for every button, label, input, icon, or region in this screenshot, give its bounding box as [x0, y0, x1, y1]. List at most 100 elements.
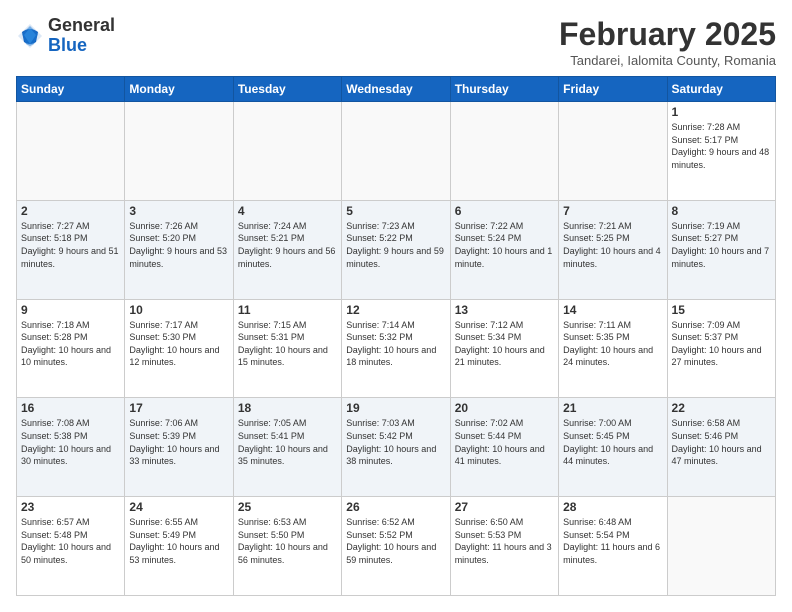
- day-info: Sunrise: 7:27 AM Sunset: 5:18 PM Dayligh…: [21, 220, 120, 270]
- title-block: February 2025 Tandarei, Ialomita County,…: [559, 16, 776, 68]
- day-number: 20: [455, 401, 554, 415]
- table-row: 17 Sunrise: 7:06 AM Sunset: 5:39 PM Dayli…: [125, 398, 233, 497]
- calendar-table: Sunday Monday Tuesday Wednesday Thursday…: [16, 76, 776, 596]
- day-info: Sunrise: 6:50 AM Sunset: 5:53 PM Dayligh…: [455, 516, 554, 566]
- day-number: 11: [238, 303, 337, 317]
- calendar-week-row: 9Sunrise: 7:18 AM Sunset: 5:28 PM Daylig…: [17, 299, 776, 398]
- table-row: 16 Sunrise: 7:08 AM Sunset: 5:38 PM Dayli…: [17, 398, 125, 497]
- table-row: [17, 102, 125, 201]
- day-number: 2: [21, 204, 120, 218]
- table-row: [233, 102, 341, 201]
- table-row: 11 Sunrise: 7:15 AM Sunset: 5:31 PM Dayli…: [233, 299, 341, 398]
- day-number: 4: [238, 204, 337, 218]
- table-row: [125, 102, 233, 201]
- day-info: Sunrise: 7:23 AM Sunset: 5:22 PM Dayligh…: [346, 220, 445, 270]
- col-wednesday: Wednesday: [342, 77, 450, 102]
- day-number: 19: [346, 401, 445, 415]
- day-info: Sunrise: 7:18 AM Sunset: 5:28 PM Dayligh…: [21, 319, 120, 369]
- col-thursday: Thursday: [450, 77, 558, 102]
- day-info: Sunrise: 7:00 AM Sunset: 5:45 PM Dayligh…: [563, 417, 662, 467]
- day-number: 17: [129, 401, 228, 415]
- table-row: 18 Sunrise: 7:05 AM Sunset: 5:41 PM Dayli…: [233, 398, 341, 497]
- col-sunday: Sunday: [17, 77, 125, 102]
- table-row: 7 Sunrise: 7:21 AM Sunset: 5:25 PM Daylig…: [559, 200, 667, 299]
- table-row: 10 Sunrise: 7:17 AM Sunset: 5:30 PM Dayli…: [125, 299, 233, 398]
- table-row: 4 Sunrise: 7:24 AM Sunset: 5:21 PM Daylig…: [233, 200, 341, 299]
- day-number: 16: [21, 401, 120, 415]
- day-info: Sunrise: 6:53 AM Sunset: 5:50 PM Dayligh…: [238, 516, 337, 566]
- day-info: Sunrise: 7:24 AM Sunset: 5:21 PM Dayligh…: [238, 220, 337, 270]
- calendar-header-row: Sunday Monday Tuesday Wednesday Thursday…: [17, 77, 776, 102]
- calendar-week-row: 1 Sunrise: 7:28 AM Sunset: 5:17 PM Daylig…: [17, 102, 776, 201]
- location: Tandarei, Ialomita County, Romania: [559, 53, 776, 68]
- day-info: Sunrise: 7:03 AM Sunset: 5:42 PM Dayligh…: [346, 417, 445, 467]
- col-friday: Friday: [559, 77, 667, 102]
- logo-icon: [16, 22, 44, 50]
- logo-text: General Blue: [48, 16, 115, 56]
- day-info: Sunrise: 7:26 AM Sunset: 5:20 PM Dayligh…: [129, 220, 228, 270]
- table-row: 8 Sunrise: 7:19 AM Sunset: 5:27 PM Daylig…: [667, 200, 775, 299]
- day-number: 7: [563, 204, 662, 218]
- day-number: 12: [346, 303, 445, 317]
- day-number: 10: [129, 303, 228, 317]
- day-info: Sunrise: 7:11 AM Sunset: 5:35 PM Dayligh…: [563, 319, 662, 369]
- day-number: 18: [238, 401, 337, 415]
- table-row: 19 Sunrise: 7:03 AM Sunset: 5:42 PM Dayli…: [342, 398, 450, 497]
- table-row: [667, 497, 775, 596]
- table-row: 20Sunrise: 7:02 AM Sunset: 5:44 PM Dayli…: [450, 398, 558, 497]
- col-saturday: Saturday: [667, 77, 775, 102]
- table-row: 12 Sunrise: 7:14 AM Sunset: 5:32 PM Dayli…: [342, 299, 450, 398]
- day-info: Sunrise: 7:08 AM Sunset: 5:38 PM Dayligh…: [21, 417, 120, 467]
- calendar-week-row: 2 Sunrise: 7:27 AM Sunset: 5:18 PM Daylig…: [17, 200, 776, 299]
- day-number: 14: [563, 303, 662, 317]
- table-row: 6 Sunrise: 7:22 AM Sunset: 5:24 PM Daylig…: [450, 200, 558, 299]
- day-info: Sunrise: 7:19 AM Sunset: 5:27 PM Dayligh…: [672, 220, 771, 270]
- logo-general-text: General: [48, 16, 115, 36]
- day-info: Sunrise: 6:52 AM Sunset: 5:52 PM Dayligh…: [346, 516, 445, 566]
- col-monday: Monday: [125, 77, 233, 102]
- day-info: Sunrise: 6:57 AM Sunset: 5:48 PM Dayligh…: [21, 516, 120, 566]
- table-row: [450, 102, 558, 201]
- table-row: [559, 102, 667, 201]
- day-info: Sunrise: 7:14 AM Sunset: 5:32 PM Dayligh…: [346, 319, 445, 369]
- day-info: Sunrise: 7:15 AM Sunset: 5:31 PM Dayligh…: [238, 319, 337, 369]
- day-number: 13: [455, 303, 554, 317]
- day-number: 28: [563, 500, 662, 514]
- day-number: 15: [672, 303, 771, 317]
- calendar-week-row: 16 Sunrise: 7:08 AM Sunset: 5:38 PM Dayli…: [17, 398, 776, 497]
- day-number: 1: [672, 105, 771, 119]
- day-info: Sunrise: 7:21 AM Sunset: 5:25 PM Dayligh…: [563, 220, 662, 270]
- day-info: Sunrise: 7:05 AM Sunset: 5:41 PM Dayligh…: [238, 417, 337, 467]
- table-row: 13 Sunrise: 7:12 AM Sunset: 5:34 PM Dayli…: [450, 299, 558, 398]
- table-row: 5Sunrise: 7:23 AM Sunset: 5:22 PM Daylig…: [342, 200, 450, 299]
- table-row: 15Sunrise: 7:09 AM Sunset: 5:37 PM Dayli…: [667, 299, 775, 398]
- table-row: 1 Sunrise: 7:28 AM Sunset: 5:17 PM Daylig…: [667, 102, 775, 201]
- day-number: 6: [455, 204, 554, 218]
- day-info: Sunrise: 6:58 AM Sunset: 5:46 PM Dayligh…: [672, 417, 771, 467]
- table-row: 9Sunrise: 7:18 AM Sunset: 5:28 PM Daylig…: [17, 299, 125, 398]
- day-info: Sunrise: 7:17 AM Sunset: 5:30 PM Dayligh…: [129, 319, 228, 369]
- month-title: February 2025: [559, 16, 776, 53]
- day-number: 24: [129, 500, 228, 514]
- table-row: 21 Sunrise: 7:00 AM Sunset: 5:45 PM Dayli…: [559, 398, 667, 497]
- day-info: Sunrise: 7:12 AM Sunset: 5:34 PM Dayligh…: [455, 319, 554, 369]
- day-number: 25: [238, 500, 337, 514]
- table-row: 24Sunrise: 6:55 AM Sunset: 5:49 PM Dayli…: [125, 497, 233, 596]
- day-number: 26: [346, 500, 445, 514]
- table-row: 28Sunrise: 6:48 AM Sunset: 5:54 PM Dayli…: [559, 497, 667, 596]
- col-tuesday: Tuesday: [233, 77, 341, 102]
- day-info: Sunrise: 7:28 AM Sunset: 5:17 PM Dayligh…: [672, 121, 771, 171]
- day-info: Sunrise: 7:06 AM Sunset: 5:39 PM Dayligh…: [129, 417, 228, 467]
- day-number: 21: [563, 401, 662, 415]
- day-number: 8: [672, 204, 771, 218]
- day-info: Sunrise: 7:22 AM Sunset: 5:24 PM Dayligh…: [455, 220, 554, 270]
- logo-blue-text: Blue: [48, 36, 115, 56]
- calendar-week-row: 23Sunrise: 6:57 AM Sunset: 5:48 PM Dayli…: [17, 497, 776, 596]
- page: General Blue February 2025 Tandarei, Ial…: [0, 0, 792, 612]
- table-row: 2 Sunrise: 7:27 AM Sunset: 5:18 PM Daylig…: [17, 200, 125, 299]
- table-row: 25 Sunrise: 6:53 AM Sunset: 5:50 PM Dayli…: [233, 497, 341, 596]
- header: General Blue February 2025 Tandarei, Ial…: [16, 16, 776, 68]
- logo: General Blue: [16, 16, 115, 56]
- day-number: 22: [672, 401, 771, 415]
- table-row: 22 Sunrise: 6:58 AM Sunset: 5:46 PM Dayli…: [667, 398, 775, 497]
